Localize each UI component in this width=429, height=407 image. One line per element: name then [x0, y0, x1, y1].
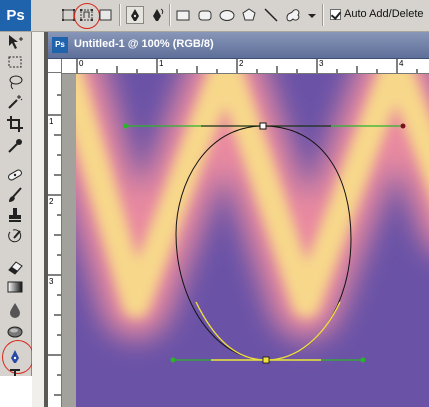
vertical-ruler[interactable]: 1 2 3 — [48, 73, 62, 407]
ellipse-shape-icon[interactable] — [218, 6, 236, 24]
brush-tool-icon[interactable] — [4, 185, 26, 205]
document-title-bar[interactable]: Ps Untitled-1 @ 100% (RGB/8) — [48, 32, 429, 59]
ruler-origin[interactable] — [48, 59, 62, 73]
separator — [119, 4, 120, 26]
top-anchor-point[interactable] — [259, 122, 267, 130]
lasso-tool-icon[interactable] — [4, 72, 26, 92]
photoshop-doc-icon: Ps — [52, 37, 68, 53]
canvas-artwork — [76, 74, 429, 407]
document-canvas[interactable] — [76, 74, 429, 407]
fill-pixels-icon[interactable] — [97, 6, 115, 24]
auto-add-delete-checkbox[interactable] — [330, 9, 341, 20]
toolbox — [0, 32, 34, 376]
pasteboard-strip — [62, 74, 76, 407]
line-shape-icon[interactable] — [262, 6, 280, 24]
dodge-tool-icon[interactable] — [4, 322, 26, 342]
photoshop-logo: Ps — [0, 0, 31, 31]
move-tool-icon[interactable] — [4, 32, 26, 52]
document-title: Untitled-1 @ 100% (RGB/8) — [74, 38, 214, 50]
clone-stamp-tool-icon[interactable] — [4, 205, 26, 225]
ruler-label: 3 — [49, 277, 54, 286]
auto-add-delete-label: Auto Add/Delete — [344, 8, 424, 20]
crop-tool-icon[interactable] — [4, 114, 26, 134]
separator — [322, 4, 323, 26]
ruler-label: 2 — [239, 59, 244, 68]
freeform-pen-icon[interactable] — [149, 6, 167, 24]
bottom-anchor-point[interactable] — [262, 356, 270, 364]
pen-tool-icon[interactable] — [126, 6, 144, 24]
ruler-label: 0 — [79, 59, 84, 68]
marquee-tool-icon[interactable] — [4, 52, 26, 72]
document-window: Ps Untitled-1 @ 100% (RGB/8) 0 1 2 3 4 1… — [48, 32, 429, 407]
blur-tool-icon[interactable] — [4, 300, 26, 320]
eyedropper-tool-icon[interactable] — [4, 136, 26, 156]
magic-wand-tool-icon[interactable] — [4, 92, 26, 112]
custom-shape-icon[interactable] — [284, 6, 302, 24]
ruler-label: 3 — [319, 59, 324, 68]
ruler-label: 2 — [49, 197, 54, 206]
polygon-shape-icon[interactable] — [240, 6, 258, 24]
options-bar: Ps Auto Add/Delete — [0, 0, 429, 32]
horizontal-ruler[interactable]: 0 1 2 3 4 — [62, 59, 429, 74]
rectangle-shape-icon[interactable] — [174, 6, 192, 24]
separator — [169, 4, 170, 26]
rounded-rectangle-icon[interactable] — [196, 6, 214, 24]
ruler-label: 4 — [399, 59, 404, 68]
history-brush-tool-icon[interactable] — [4, 227, 26, 247]
ruler-label: 1 — [49, 117, 54, 126]
eraser-tool-icon[interactable] — [4, 257, 26, 277]
horizontal-ruler-ticks — [76, 59, 418, 73]
healing-brush-tool-icon[interactable] — [4, 165, 26, 185]
ruler-label: 1 — [159, 59, 164, 68]
type-tool-icon[interactable] — [4, 368, 26, 376]
gradient-tool-icon[interactable] — [4, 277, 26, 297]
